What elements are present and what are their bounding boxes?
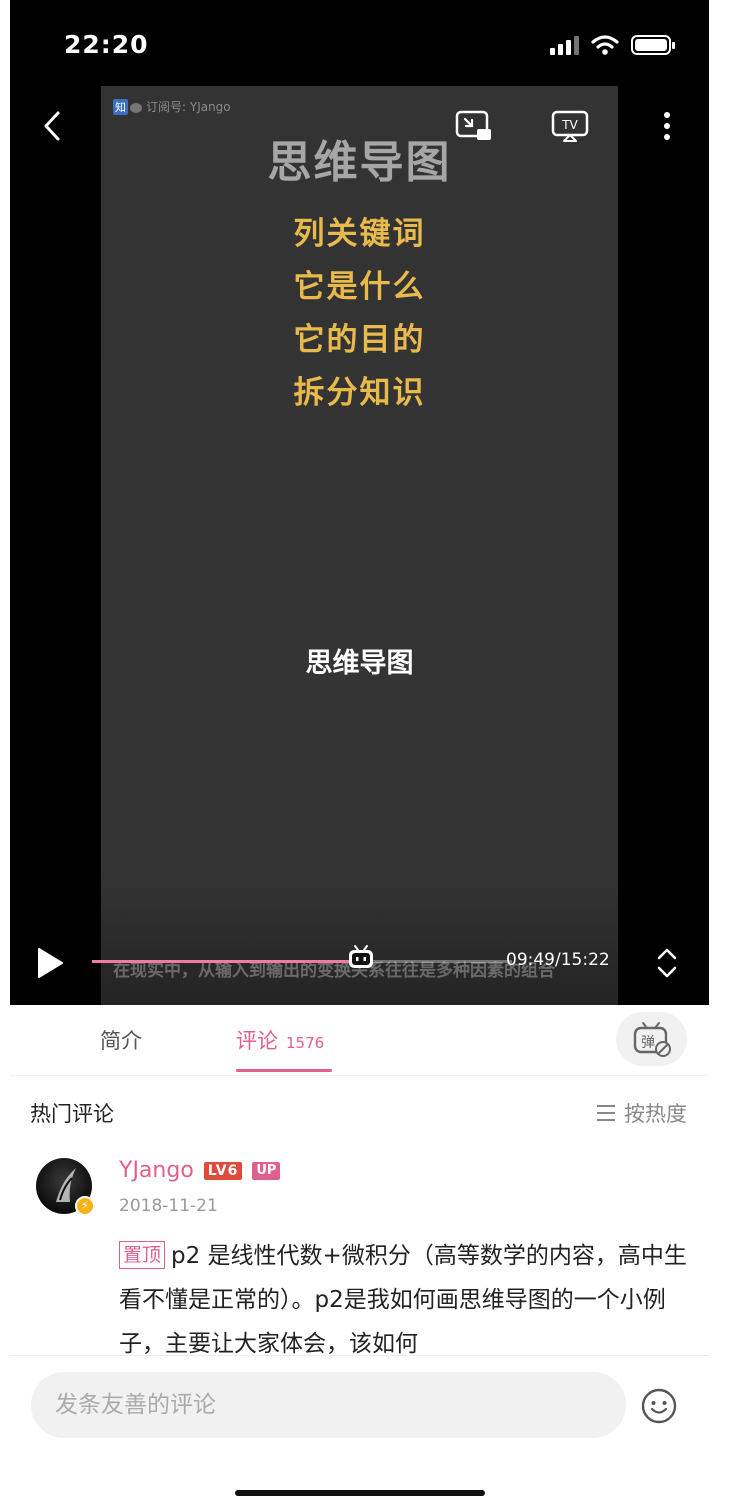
emoji-icon xyxy=(641,1388,677,1424)
comment-body: 置顶 p2 是线性代数+微积分（高等数学的内容，高中生看不懂是正常的）。p2是我如… xyxy=(119,1234,691,1366)
comment-input-bar xyxy=(10,1355,709,1455)
fullscreen-icon xyxy=(657,948,677,978)
comment-text: p2 是线性代数+微积分（高等数学的内容，高中生看不懂是正常的）。p2是我如何画… xyxy=(119,1243,687,1357)
more-icon xyxy=(664,112,670,140)
tab-comments[interactable]: 评论 1576 xyxy=(236,1025,324,1055)
comment-author[interactable]: YJango LV6 UP xyxy=(119,1158,281,1183)
more-button[interactable] xyxy=(656,108,678,144)
play-button[interactable] xyxy=(32,944,68,982)
progress-fill xyxy=(92,960,361,963)
progress-bar[interactable] xyxy=(92,945,512,968)
video-list-item: 列关键词 xyxy=(293,216,426,252)
wifi-icon xyxy=(591,35,619,55)
video-list-item: 拆分知识 xyxy=(293,375,426,411)
pip-button[interactable] xyxy=(454,108,494,144)
comment-count: 1576 xyxy=(286,1034,325,1052)
danmaku-toggle-button[interactable]: 弹 xyxy=(616,1012,687,1066)
battery-icon xyxy=(631,35,675,55)
video-frame: 知 订阅号: YJango 思维导图 列关键词 它是什么 它的目的 拆分知识 思维… xyxy=(101,86,618,1005)
time-readout: 09:49/15:22 xyxy=(506,950,610,970)
home-indicator xyxy=(235,1490,485,1496)
tab-active-indicator xyxy=(236,1069,332,1072)
status-time: 22:20 xyxy=(64,30,149,59)
tab-intro[interactable]: 简介 xyxy=(100,1025,142,1055)
video-list-item: 它的目的 xyxy=(293,322,426,358)
svg-text:TV: TV xyxy=(561,118,578,132)
hot-comments-title: 热门评论 xyxy=(30,1102,114,1126)
video-list-item: 它是什么 xyxy=(293,269,426,305)
sort-icon xyxy=(597,1105,615,1121)
verified-badge-icon: ⚡ xyxy=(75,1196,95,1216)
tab-comments-label: 评论 xyxy=(236,1029,278,1053)
danmaku-off-icon: 弹 xyxy=(633,1022,671,1057)
comment-input[interactable] xyxy=(31,1372,626,1438)
avatar[interactable]: ⚡ xyxy=(36,1158,95,1216)
sort-button[interactable]: 按热度 xyxy=(596,1098,687,1128)
progress-knob-icon[interactable] xyxy=(347,944,375,970)
comments-section: 热门评论 按热度 ⚡ YJango LV6 UP 2018-11-21 置顶 p2… xyxy=(10,1075,709,1357)
username: YJango xyxy=(119,1158,194,1183)
up-badge: UP xyxy=(252,1161,281,1180)
tab-bar: 简介 评论 1576 弹 xyxy=(10,1005,709,1075)
zhihu-logo-icon: 知 xyxy=(113,99,128,115)
back-icon xyxy=(44,111,60,141)
video-watermark: 知 订阅号: YJango xyxy=(113,98,231,115)
level-badge: LV6 xyxy=(203,1161,243,1180)
signal-icon xyxy=(550,35,579,55)
svg-text:弹: 弹 xyxy=(641,1035,655,1051)
pip-icon xyxy=(455,110,491,140)
play-icon xyxy=(38,948,63,978)
tv-cast-button[interactable]: TV xyxy=(550,108,590,144)
video-player[interactable]: 知 订阅号: YJango 思维导图 列关键词 它是什么 它的目的 拆分知识 思维… xyxy=(10,0,709,1005)
watermark-text: 订阅号: YJango xyxy=(146,100,231,114)
pinned-tag: 置顶 xyxy=(119,1241,166,1269)
video-center-text: 思维导图 xyxy=(305,648,414,679)
wechat-icon xyxy=(130,102,142,113)
tv-cast-icon: TV xyxy=(551,110,589,142)
sort-label: 按热度 xyxy=(624,1102,687,1126)
comment-date: 2018-11-21 xyxy=(119,1196,218,1216)
video-keyword-list: 列关键词 它是什么 它的目的 拆分知识 xyxy=(101,208,618,420)
status-icons xyxy=(550,34,675,56)
fullscreen-button[interactable] xyxy=(654,944,680,982)
video-title-text: 思维导图 xyxy=(267,137,452,188)
emoji-button[interactable] xyxy=(640,1387,678,1429)
back-button[interactable] xyxy=(36,108,68,144)
